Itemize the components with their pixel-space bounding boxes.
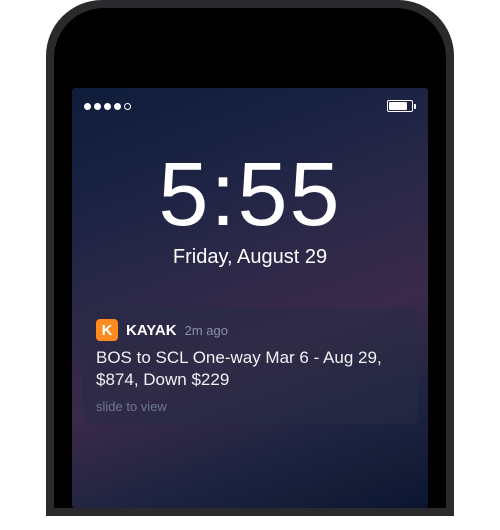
status-bar: [72, 88, 428, 114]
lock-screen-clock: 5:55 Friday, August 29: [72, 150, 428, 269]
app-icon-letter: K: [102, 322, 113, 339]
kayak-app-icon: K: [96, 319, 118, 341]
notification-app-name: KAYAK: [126, 322, 177, 339]
signal-strength-icon: [84, 103, 131, 110]
clock-time: 5:55: [72, 150, 428, 240]
notification-header: K KAYAK 2m ago: [96, 319, 404, 341]
slide-to-view-hint[interactable]: slide to view: [96, 399, 404, 414]
notification-card[interactable]: K KAYAK 2m ago BOS to SCL One-way Mar 6 …: [82, 307, 418, 424]
phone-frame: 5:55 Friday, August 29 K KAYAK 2m ago BO…: [46, 0, 454, 516]
phone-screen: 5:55 Friday, August 29 K KAYAK 2m ago BO…: [72, 88, 428, 508]
battery-icon: [387, 100, 416, 112]
phone-bezel: 5:55 Friday, August 29 K KAYAK 2m ago BO…: [54, 8, 446, 508]
clock-date: Friday, August 29: [72, 246, 428, 269]
notification-timestamp: 2m ago: [185, 323, 228, 338]
notification-message: BOS to SCL One-way Mar 6 - Aug 29, $874,…: [96, 347, 404, 391]
